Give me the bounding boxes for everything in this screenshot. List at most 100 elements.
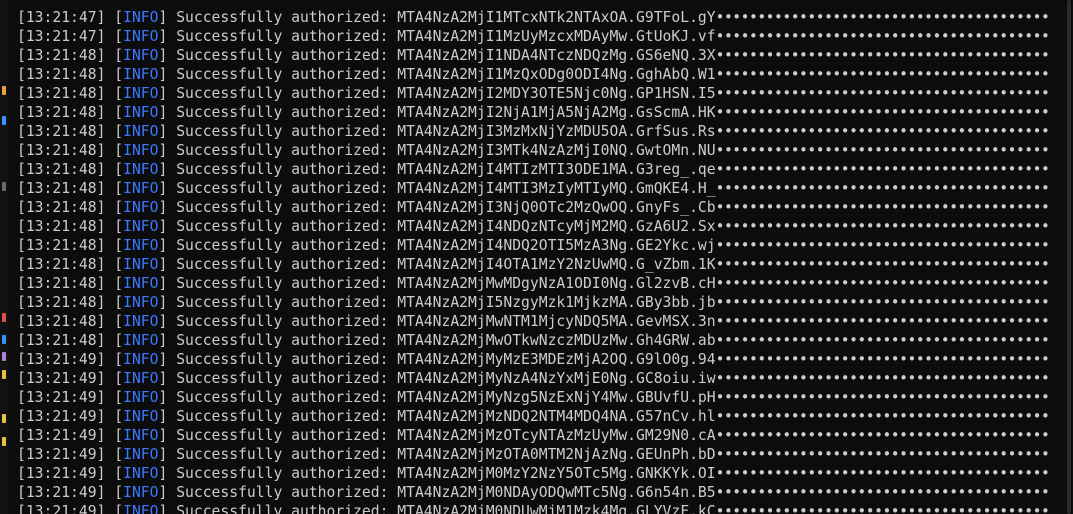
log-line: [13:21:48] [INFO] Successfully authorize… — [17, 199, 1050, 216]
log-line: [13:21:48] [INFO] Successfully authorize… — [17, 256, 1050, 273]
log-level-badge: INFO — [123, 218, 159, 235]
log-message: Successfully authorized: — [176, 256, 389, 273]
token-value: MTA4NzA2MjM0NDUwMjM1Mzk4Mg.GLYVzF.kC — [397, 503, 716, 514]
token-mask: •••••••••••••••••••••••••••••••••••••••• — [715, 66, 1050, 83]
log-message: Successfully authorized: — [176, 161, 389, 178]
log-level-badge: INFO — [123, 389, 159, 406]
log-line: [13:21:48] [INFO] Successfully authorize… — [17, 332, 1050, 349]
log-line: [13:21:49] [INFO] Successfully authorize… — [17, 427, 1050, 444]
log-line: [13:21:48] [INFO] Successfully authorize… — [17, 85, 1050, 102]
token-value: MTA4NzA2MjI1MzUyMzcxMDAyMw.GtUoKJ.vf — [397, 28, 716, 45]
log-line: [13:21:48] [INFO] Successfully authorize… — [17, 218, 1050, 235]
token-value: MTA4NzA2MjMzOTcyNTAzMzUyMw.GM29N0.cA — [397, 427, 716, 444]
terminal-scrollbar[interactable] — [1063, 0, 1073, 514]
token-mask: •••••••••••••••••••••••••••••••••••••••• — [715, 370, 1050, 387]
log-timestamp: 13:21:48 — [25, 123, 97, 140]
file-icon — [2, 86, 6, 95]
token-mask: •••••••••••••••••••••••••••••••••••••••• — [715, 484, 1050, 501]
log-level-badge: INFO — [123, 199, 159, 216]
token-mask: •••••••••••••••••••••••••••••••••••••••• — [715, 503, 1050, 514]
token-value: MTA4NzA2MjI2MDY3OTE5Njc0Ng.GP1HSN.I5 — [397, 85, 716, 102]
token-mask: •••••••••••••••••••••••••••••••••••••••• — [715, 237, 1050, 254]
file-icon — [2, 352, 6, 361]
log-message: Successfully authorized: — [176, 123, 389, 140]
token-mask: •••••••••••••••••••••••••••••••••••••••• — [715, 256, 1050, 273]
log-message: Successfully authorized: — [176, 294, 389, 311]
token-value: MTA4NzA2MjI4MTI3MzIyMTIyMQ.GmQKE4.H_ — [397, 180, 716, 197]
folder-icon — [2, 437, 6, 446]
log-timestamp: 13:21:48 — [25, 332, 97, 349]
log-line: [13:21:48] [INFO] Successfully authorize… — [17, 180, 1050, 197]
log-timestamp: 13:21:49 — [25, 389, 97, 406]
log-timestamp: 13:21:48 — [25, 85, 97, 102]
log-message: Successfully authorized: — [176, 9, 389, 26]
token-value: MTA4NzA2MjMzNDQ2NTM4MDQ4NA.G57nCv.hl — [397, 408, 716, 425]
log-timestamp: 13:21:49 — [25, 408, 97, 425]
log-message: Successfully authorized: — [176, 408, 389, 425]
log-timestamp: 13:21:49 — [25, 465, 97, 482]
log-line: [13:21:48] [INFO] Successfully authorize… — [17, 66, 1050, 83]
log-line: [13:21:49] [INFO] Successfully authorize… — [17, 389, 1050, 406]
log-line: [13:21:47] [INFO] Successfully authorize… — [17, 28, 1050, 45]
scrollbar-thumb[interactable] — [1067, 0, 1071, 514]
log-line: [13:21:49] [INFO] Successfully authorize… — [17, 465, 1050, 482]
token-mask: •••••••••••••••••••••••••••••••••••••••• — [715, 427, 1050, 444]
log-level-badge: INFO — [123, 66, 159, 83]
log-level-badge: INFO — [123, 123, 159, 140]
token-mask: •••••••••••••••••••••••••••••••••••••••• — [715, 199, 1050, 216]
log-message: Successfully authorized: — [176, 66, 389, 83]
log-timestamp: 13:21:48 — [25, 275, 97, 292]
log-line: [13:21:48] [INFO] Successfully authorize… — [17, 237, 1050, 254]
log-line: [13:21:48] [INFO] Successfully authorize… — [17, 313, 1050, 330]
token-value: MTA4NzA2MjMzOTA0MTM2NjAzNg.GEUnPh.bD — [397, 446, 716, 463]
token-mask: •••••••••••••••••••••••••••••••••••••••• — [715, 446, 1050, 463]
log-level-badge: INFO — [123, 446, 159, 463]
token-value: MTA4NzA2MjM0MzY2NzY5OTc5Mg.GNKKYk.OI — [397, 465, 716, 482]
token-mask: •••••••••••••••••••••••••••••••••••••••• — [715, 465, 1050, 482]
terminal-output[interactable]: [13:21:47] [INFO] Successfully authorize… — [17, 8, 1050, 514]
log-timestamp: 13:21:49 — [25, 503, 97, 514]
token-mask: •••••••••••••••••••••••••••••••••••••••• — [715, 294, 1050, 311]
log-line: [13:21:48] [INFO] Successfully authorize… — [17, 47, 1050, 64]
log-line: [13:21:49] [INFO] Successfully authorize… — [17, 370, 1050, 387]
log-timestamp: 13:21:48 — [25, 294, 97, 311]
log-timestamp: 13:21:48 — [25, 161, 97, 178]
token-value: MTA4NzA2MjI1NDA4NTczNDQzMg.GS6eNQ.3X — [397, 47, 716, 64]
file-icon — [2, 335, 6, 344]
file-icon — [2, 182, 6, 191]
token-mask: •••••••••••••••••••••••••••••••••••••••• — [715, 9, 1050, 26]
token-value: MTA4NzA2MjI4OTA1MzY2NzUwMQ.G_vZbm.1K — [397, 256, 716, 273]
token-mask: •••••••••••••••••••••••••••••••••••••••• — [715, 85, 1050, 102]
token-value: MTA4NzA2MjMyMzE3MDEzMjA2OQ.G9lO0g.94 — [397, 351, 716, 368]
token-value: MTA4NzA2MjI2NjA1MjA5NjA2Mg.GsScmA.HK — [397, 104, 716, 121]
log-timestamp: 13:21:48 — [25, 104, 97, 121]
log-line: [13:21:49] [INFO] Successfully authorize… — [17, 502, 1050, 514]
token-mask: •••••••••••••••••••••••••••••••••••••••• — [715, 218, 1050, 235]
log-level-badge: INFO — [123, 85, 159, 102]
token-value: MTA4NzA2MjI3NjQ0OTc2MzQwOQ.GnyFs_.Cb — [397, 199, 716, 216]
log-timestamp: 13:21:48 — [25, 218, 97, 235]
log-timestamp: 13:21:47 — [25, 28, 97, 45]
token-mask: •••••••••••••••••••••••••••••••••••••••• — [715, 47, 1050, 64]
file-icon — [2, 116, 6, 125]
log-message: Successfully authorized: — [176, 218, 389, 235]
log-timestamp: 13:21:47 — [25, 9, 97, 26]
token-value: MTA4NzA2MjMwMDgyNzA1ODI0Ng.Gl2zvB.cH — [397, 275, 716, 292]
log-timestamp: 13:21:49 — [25, 484, 97, 501]
token-value: MTA4NzA2MjI3MTk4NzAzMjI0NQ.GwtOMn.NU — [397, 142, 716, 159]
log-message: Successfully authorized: — [176, 446, 389, 463]
terminal-window[interactable]: [13:21:47] [INFO] Successfully authorize… — [0, 0, 1073, 514]
token-value: MTA4NzA2MjI4NDQ2OTI5MzA3Ng.GE2Ykc.wj — [397, 237, 716, 254]
log-message: Successfully authorized: — [176, 484, 389, 501]
token-value: MTA4NzA2MjMyNzg5NzExNjY4Mw.GBUvfU.pH — [397, 389, 716, 406]
log-timestamp: 13:21:49 — [25, 446, 97, 463]
log-message: Successfully authorized: — [176, 104, 389, 121]
token-value: MTA4NzA2MjMwNTM1MjcyNDQ5MA.GevMSX.3n — [397, 313, 716, 330]
log-message: Successfully authorized: — [176, 427, 389, 444]
log-message: Successfully authorized: — [176, 142, 389, 159]
log-level-badge: INFO — [123, 180, 159, 197]
log-message: Successfully authorized: — [176, 85, 389, 102]
token-mask: •••••••••••••••••••••••••••••••••••••••• — [715, 389, 1050, 406]
token-mask: •••••••••••••••••••••••••••••••••••••••• — [715, 180, 1050, 197]
log-timestamp: 13:21:48 — [25, 256, 97, 273]
